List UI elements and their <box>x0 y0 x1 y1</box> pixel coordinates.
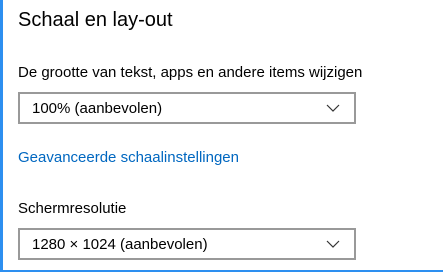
chevron-down-icon <box>326 104 340 112</box>
resolution-dropdown-value: 1280 × 1024 (aanbevolen) <box>32 236 208 253</box>
section-title: Schaal en lay-out <box>18 9 173 31</box>
advanced-scaling-link[interactable]: Geavanceerde schaalinstellingen <box>18 148 239 168</box>
resolution-dropdown[interactable]: 1280 × 1024 (aanbevolen) <box>18 228 356 260</box>
resolution-label: Schermresolutie <box>18 200 127 217</box>
chevron-down-icon <box>326 240 340 248</box>
scale-dropdown[interactable]: 100% (aanbevolen) <box>18 92 356 124</box>
scale-label: De grootte van tekst, apps en andere ite… <box>18 64 363 81</box>
settings-panel-frame: Schaal en lay-out De grootte van tekst, … <box>0 0 443 272</box>
scale-dropdown-value: 100% (aanbevolen) <box>32 100 163 117</box>
